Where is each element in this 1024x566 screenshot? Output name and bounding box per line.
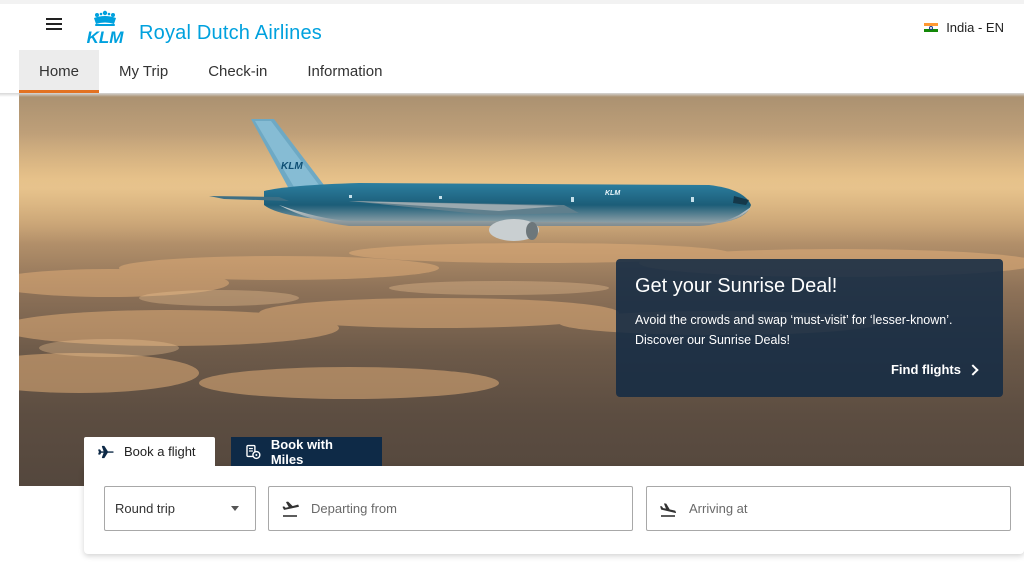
find-flights-link[interactable]: Find flights bbox=[890, 362, 979, 377]
tab-label: Book with Miles bbox=[270, 436, 333, 467]
menu-icon[interactable] bbox=[46, 18, 62, 32]
fuselage bbox=[264, 183, 751, 223]
hero-banner: KLM KLM Get your Sunrise Deal! Avoid the… bbox=[19, 93, 1024, 486]
trip-type-select[interactable]: Round trip bbox=[104, 486, 256, 531]
tab-information[interactable]: Information bbox=[287, 50, 402, 93]
tab-label: Check-in bbox=[208, 63, 268, 80]
brand-name: Royal Dutch Airlines bbox=[139, 22, 322, 44]
logo-text: KLM bbox=[87, 28, 125, 46]
departing-from-field[interactable] bbox=[268, 486, 633, 531]
takeoff-icon bbox=[282, 501, 299, 517]
tab-label: My Trip bbox=[119, 63, 169, 80]
booking-tabs: Book a flight Book with Miles bbox=[84, 436, 382, 467]
caret-down-icon bbox=[231, 506, 239, 511]
booking-panel: Round trip bbox=[84, 466, 1024, 554]
main-nav: Home My Trip Check-in Information bbox=[19, 50, 402, 93]
arriving-at-field[interactable] bbox=[646, 486, 1011, 531]
promo-text: Avoid the crowds and swap ‘must-visit’ f… bbox=[635, 310, 985, 350]
tab-check-in[interactable]: Check-in bbox=[188, 50, 287, 93]
tab-label: Information bbox=[307, 63, 383, 80]
locale-selector[interactable]: India - EN bbox=[924, 20, 1004, 35]
miles-icon bbox=[246, 444, 261, 459]
locale-label: India - EN bbox=[946, 20, 1004, 35]
tab-my-trip[interactable]: My Trip bbox=[99, 50, 188, 93]
promo-text-line: Avoid the crowds and swap ‘must-visit’ f… bbox=[635, 313, 953, 327]
promo-card: Get your Sunrise Deal! Avoid the crowds … bbox=[616, 259, 1003, 397]
india-flag-icon bbox=[924, 22, 939, 33]
plane-icon bbox=[98, 445, 114, 458]
promo-text-line: Discover our Sunrise Deals! bbox=[635, 333, 790, 347]
header-shadow bbox=[0, 93, 1024, 97]
departing-from-input[interactable] bbox=[311, 501, 611, 516]
klm-logo[interactable]: KLM bbox=[76, 10, 134, 46]
find-flights-label: Find flights bbox=[890, 362, 961, 377]
tab-home[interactable]: Home bbox=[19, 50, 100, 93]
site-header: KLM Royal Dutch Airlines India - EN bbox=[0, 4, 1024, 50]
tab-book-with-miles[interactable]: Book with Miles bbox=[231, 436, 382, 467]
fuselage-logo-text: KLM bbox=[605, 190, 620, 197]
tab-book-a-flight[interactable]: Book a flight bbox=[84, 437, 215, 466]
promo-title: Get your Sunrise Deal! bbox=[635, 275, 838, 297]
trip-type-value: Round trip bbox=[115, 501, 175, 516]
arriving-at-input[interactable] bbox=[689, 501, 989, 516]
tab-label: Home bbox=[39, 63, 80, 80]
tab-label: Book a flight bbox=[124, 444, 196, 459]
landing-icon bbox=[660, 502, 676, 517]
chevron-right-icon bbox=[967, 363, 979, 376]
tail-logo-text: KLM bbox=[281, 161, 303, 172]
